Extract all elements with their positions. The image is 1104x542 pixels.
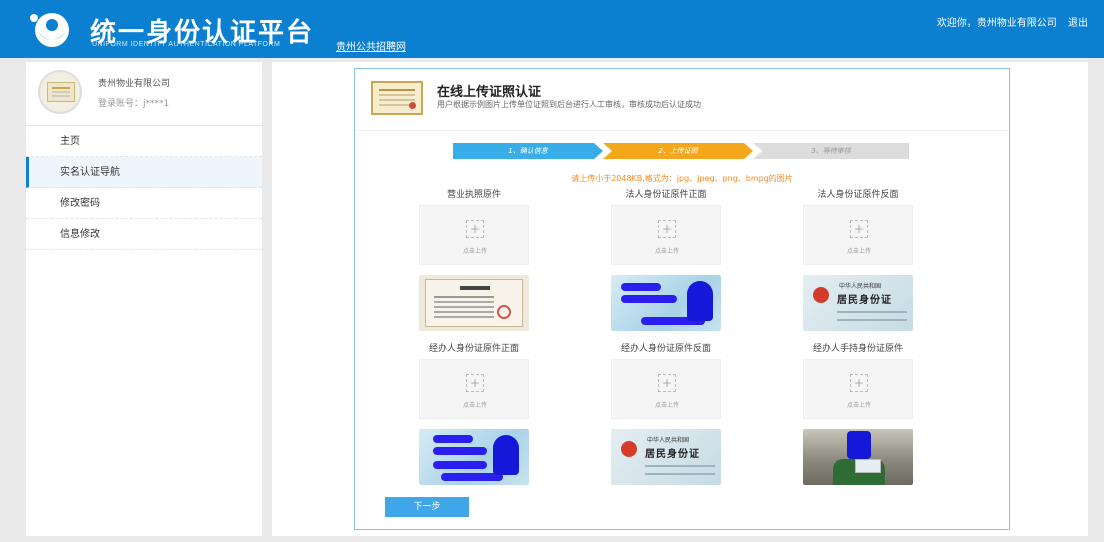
id-card-line xyxy=(837,319,907,321)
id-card-country: 中华人民共和国 xyxy=(647,437,690,444)
logout-link[interactable]: 退出 xyxy=(1068,18,1088,29)
upload-button[interactable]: + 点击上传 xyxy=(419,205,529,265)
main-panel: 在线上传证照认证 用户根据示例图片上传单位证照到后台进行人工审核，审核成功后认证… xyxy=(272,62,1088,536)
redaction-bar xyxy=(621,295,677,303)
upload-text: 点击上传 xyxy=(846,248,871,255)
redacted-face xyxy=(847,431,871,459)
sample-business-license-image xyxy=(419,275,529,331)
upload-button[interactable]: + 点击上传 xyxy=(611,359,721,419)
plus-icon: + xyxy=(658,374,676,392)
sidebar-item-verification[interactable]: 实名认证导航 xyxy=(26,157,262,188)
slot-agent-id-back: 经办人身份证原件反面 + 点击上传 中华人民共和国 居民身份证 xyxy=(605,341,727,485)
redaction-bar xyxy=(433,435,473,443)
redaction-bar xyxy=(621,283,661,291)
progress-steps: 1、确认信息 2、上传证照 3、等待审核 xyxy=(453,143,909,159)
national-emblem-icon xyxy=(621,441,637,457)
sidebar-item-profile-edit[interactable]: 信息修改 xyxy=(26,219,262,250)
seal-icon xyxy=(497,305,511,319)
profile-card: 贵州物业有限公司 登录账号：j****1 xyxy=(26,62,262,126)
top-header: 统一身份认证平台 UNIFORM IDENTITY AUTHENTICATION… xyxy=(0,0,1104,58)
upload-button[interactable]: + 点击上传 xyxy=(611,205,721,265)
slot-label: 营业执照原件 xyxy=(446,190,501,200)
upload-button[interactable]: + 点击上传 xyxy=(803,205,913,265)
page-description: 用户根据示例图片上传单位证照到后台进行人工审核，审核成功后认证成功 xyxy=(437,100,701,109)
upload-text: 点击上传 xyxy=(462,402,487,409)
platform-logo-icon xyxy=(30,13,69,47)
id-card-line xyxy=(645,465,715,467)
id-card-country: 中华人民共和国 xyxy=(839,283,882,290)
recruitment-site-link[interactable]: 贵州公共招聘网 xyxy=(336,38,406,53)
sample-id-back-image: 中华人民共和国 居民身份证 xyxy=(611,429,721,485)
slot-business-license: 营业执照原件 + 点击上传 xyxy=(413,187,535,331)
step-review: 3、等待审核 xyxy=(753,143,909,159)
sample-id-front-image xyxy=(419,429,529,485)
upload-text: 点击上传 xyxy=(654,248,679,255)
national-emblem-icon xyxy=(813,287,829,303)
certificate-icon xyxy=(371,81,423,115)
company-name: 贵州物业有限公司 xyxy=(98,79,171,89)
upload-notice: 请上传小于2048KB,格式为：jpg、jpeg、png、bmpg的图片 xyxy=(571,174,793,183)
step-confirm: 1、确认信息 xyxy=(453,143,603,159)
redaction-bar xyxy=(433,461,487,469)
plus-icon: + xyxy=(466,220,484,238)
upload-button[interactable]: + 点击上传 xyxy=(419,359,529,419)
id-card-title: 居民身份证 xyxy=(837,295,892,306)
slot-label: 法人身份证原件正面 xyxy=(625,190,707,200)
upload-text: 点击上传 xyxy=(846,402,871,409)
sample-hold-id-photo xyxy=(803,429,913,485)
slot-agent-hold-id: 经办人手持身份证原件 + 点击上传 xyxy=(797,341,919,485)
slot-agent-id-front: 经办人身份证原件正面 + 点击上传 xyxy=(413,341,535,485)
plus-icon: + xyxy=(850,220,868,238)
slot-label: 经办人身份证原件正面 xyxy=(428,344,519,354)
upload-text: 点击上传 xyxy=(462,248,487,255)
plus-icon: + xyxy=(850,374,868,392)
page-title: 在线上传证照认证 xyxy=(437,85,542,100)
sidebar: 贵州物业有限公司 登录账号：j****1 主页 实名认证导航 修改密码 信息修改 xyxy=(26,62,262,536)
license-thumbnail-icon xyxy=(47,82,75,102)
slot-label: 经办人手持身份证原件 xyxy=(812,344,903,354)
sample-id-front-image xyxy=(611,275,721,331)
id-card-line xyxy=(645,473,715,475)
welcome-text: 欢迎你，贵州物业有限公司 xyxy=(936,18,1057,29)
plus-icon: + xyxy=(658,220,676,238)
sample-id-back-image: 中华人民共和国 居民身份证 xyxy=(803,275,913,331)
slot-label: 法人身份证原件反面 xyxy=(817,190,899,200)
upload-text: 点击上传 xyxy=(654,402,679,409)
platform-subtitle: UNIFORM IDENTITY AUTHENTICATION PLATFORM xyxy=(92,41,281,48)
account-id: 登录账号：j****1 xyxy=(98,99,170,109)
slot-legal-id-front: 法人身份证原件正面 + 点击上传 xyxy=(605,187,727,331)
redacted-portrait xyxy=(493,435,519,475)
slot-label: 经办人身份证原件反面 xyxy=(620,344,711,354)
upload-button[interactable]: + 点击上传 xyxy=(803,359,913,419)
id-card-title: 居民身份证 xyxy=(645,449,700,460)
next-step-button[interactable]: 下一步 xyxy=(385,497,469,517)
welcome-area: 欢迎你，贵州物业有限公司 退出 xyxy=(937,14,1088,29)
held-id-card xyxy=(855,459,881,473)
sidebar-item-password[interactable]: 修改密码 xyxy=(26,188,262,219)
avatar xyxy=(38,70,82,114)
card-header: 在线上传证照认证 用户根据示例图片上传单位证照到后台进行人工审核，审核成功后认证… xyxy=(355,69,1009,131)
license-frame xyxy=(425,279,523,327)
plus-icon: + xyxy=(466,374,484,392)
slot-legal-id-back: 法人身份证原件反面 + 点击上传 中华人民共和国 居民身份证 xyxy=(797,187,919,331)
upload-card: 在线上传证照认证 用户根据示例图片上传单位证照到后台进行人工审核，审核成功后认证… xyxy=(354,68,1010,530)
step-upload: 2、上传证照 xyxy=(603,143,753,159)
redaction-bar xyxy=(433,447,487,455)
redacted-portrait xyxy=(687,281,713,321)
sidebar-item-home[interactable]: 主页 xyxy=(26,126,262,157)
id-card-line xyxy=(837,311,907,313)
